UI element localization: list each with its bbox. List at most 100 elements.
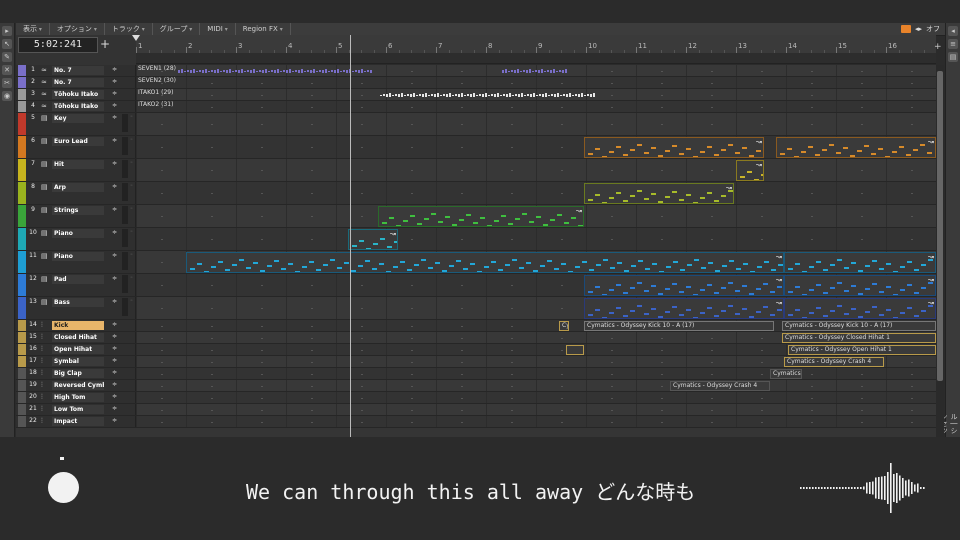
- menu-group[interactable]: グループ: [153, 23, 201, 35]
- track-menu-arrow-icon[interactable]: ≑: [112, 333, 117, 340]
- vertical-scrollbar-thumb[interactable]: [937, 71, 943, 381]
- track-header[interactable]: 1 ≈ No. 7 ≑: [16, 65, 136, 76]
- menu-view[interactable]: 表示: [16, 23, 50, 35]
- track-header[interactable]: 22 ⫶ Impact ≑: [16, 416, 136, 427]
- collapse-icon[interactable]: ◂: [948, 26, 958, 36]
- track-menu-arrow-icon[interactable]: ≑: [112, 298, 117, 305]
- track-lane[interactable]: ITAKO1 (29): [136, 89, 936, 100]
- track-mute-button[interactable]: ◦: [130, 252, 135, 259]
- track-row[interactable]: 7 ▤ Hit ≑ ◦ ↝: [16, 159, 936, 182]
- midi-clip[interactable]: Cymatics - Odyssey Crash 4: [784, 357, 884, 367]
- track-name[interactable]: Tōhoku Itako: [52, 102, 104, 111]
- timeline-ruler[interactable]: 1 2 3 4 5 6 7 8 9 10 11 12 13 14 15 16: [136, 35, 936, 54]
- track-name[interactable]: Reversed Cymbal: [52, 381, 104, 390]
- time-display[interactable]: 5:02:241: [18, 37, 98, 53]
- track-menu-arrow-icon[interactable]: ≑: [112, 137, 117, 144]
- track-lane[interactable]: Cymatics - Odyssey Crash 4: [136, 380, 936, 391]
- track-menu-arrow-icon[interactable]: ≑: [112, 252, 117, 259]
- midi-clip[interactable]: ↝: [584, 183, 734, 204]
- track-header[interactable]: 16 ⫶ Open Hihat ≑: [16, 344, 136, 355]
- track-lane[interactable]: Cymatics: [136, 368, 936, 379]
- midi-clip[interactable]: ↝: [186, 252, 784, 273]
- track-name[interactable]: Low Tom: [52, 405, 104, 414]
- menu-region-fx[interactable]: Region FX: [236, 23, 291, 35]
- midi-clip[interactable]: ↝: [776, 137, 936, 158]
- track-name[interactable]: Pad: [52, 275, 104, 284]
- track-row[interactable]: 18 ⫶ Big Clap ≑ Cymatics: [16, 368, 936, 380]
- track-name[interactable]: Impact: [52, 417, 104, 426]
- track-row[interactable]: 8 ▤ Arp ≑ ◦ ↝: [16, 182, 936, 205]
- track-header[interactable]: 13 ▤ Bass ≑ ◦: [16, 297, 136, 319]
- track-lane[interactable]: ↝: [136, 159, 936, 181]
- track-header[interactable]: 17 ⫶ Symbal ≑: [16, 356, 136, 367]
- track-mute-button[interactable]: ◦: [130, 206, 135, 213]
- clip-loop-icon[interactable]: ↝: [928, 138, 934, 146]
- track-row[interactable]: 22 ⫶ Impact ≑: [16, 416, 936, 428]
- track-menu-arrow-icon[interactable]: ≑: [112, 183, 117, 190]
- track-name[interactable]: Hit: [52, 160, 104, 169]
- midi-clip[interactable]: Cymatics - Odyssey Closed Hihat 1: [782, 333, 936, 343]
- clip-loop-icon[interactable]: ↝: [756, 161, 762, 169]
- track-name[interactable]: Key: [52, 114, 104, 123]
- track-name[interactable]: Open Hihat: [52, 345, 104, 354]
- inspector-icon[interactable]: ≡: [948, 39, 958, 49]
- track-row[interactable]: 1 ≈ No. 7 ≑ SEVEN1 (28): [16, 65, 936, 77]
- track-header[interactable]: 5 ▤ Key ≑ ◦: [16, 113, 136, 135]
- track-row[interactable]: 13 ▤ Bass ≑ ◦ ↝ ↝: [16, 297, 936, 320]
- clip-loop-icon[interactable]: ↝: [576, 207, 582, 215]
- track-mute-button[interactable]: ◦: [130, 114, 135, 121]
- track-lane[interactable]: [136, 416, 936, 427]
- track-menu-arrow-icon[interactable]: ≑: [112, 321, 117, 328]
- clip-loop-icon[interactable]: ↝: [928, 253, 934, 261]
- track-menu-arrow-icon[interactable]: ≑: [112, 160, 117, 167]
- midi-clip[interactable]: Cymatics - Odyssey Crash 4: [670, 381, 770, 391]
- track-name[interactable]: High Tom: [52, 393, 104, 402]
- track-header[interactable]: 11 ▤ Piano ≑ ◦: [16, 251, 136, 273]
- track-row[interactable]: 17 ⫶ Symbal ≑ Cymatics - Odyssey Crash 4: [16, 356, 936, 368]
- track-row[interactable]: 2 ≈ No. 7 ≑ SEVEN2 (30): [16, 77, 936, 89]
- track-lane[interactable]: ↝ ↝: [136, 136, 936, 158]
- track-name[interactable]: Tōhoku Itako: [52, 90, 104, 99]
- track-name[interactable]: Big Clap: [52, 369, 104, 378]
- vocal-clip-label[interactable]: ITAKO1 (29): [138, 89, 173, 96]
- track-header[interactable]: 18 ⫶ Big Clap ≑: [16, 368, 136, 379]
- track-header[interactable]: 2 ≈ No. 7 ≑: [16, 77, 136, 88]
- clip-loop-icon[interactable]: ↝: [726, 184, 732, 192]
- track-menu-arrow-icon[interactable]: ≑: [112, 114, 117, 121]
- track-menu-arrow-icon[interactable]: ≑: [112, 369, 117, 376]
- snap-arrows-icon[interactable]: ◂▸: [915, 25, 922, 33]
- clip-loop-icon[interactable]: ↝: [390, 230, 396, 238]
- track-menu-arrow-icon[interactable]: ≑: [112, 417, 117, 424]
- track-menu-arrow-icon[interactable]: ≑: [112, 78, 117, 85]
- menu-midi[interactable]: MIDI: [200, 23, 236, 35]
- clip-loop-icon[interactable]: ↝: [928, 276, 934, 284]
- menu-options[interactable]: オプション: [50, 23, 105, 35]
- clip-loop-icon[interactable]: ↝: [928, 299, 934, 307]
- track-lane[interactable]: SEVEN1 (28): [136, 65, 936, 76]
- vertical-scrollbar[interactable]: [936, 65, 944, 437]
- track-menu-arrow-icon[interactable]: ≑: [112, 275, 117, 282]
- track-name[interactable]: Bass: [52, 298, 104, 307]
- playhead-line[interactable]: [350, 35, 351, 437]
- track-header[interactable]: 12 ▤ Pad ≑ ◦: [16, 274, 136, 296]
- track-lane[interactable]: [136, 392, 936, 403]
- track-row[interactable]: 15 ⫶ Closed Hihat ≑ Cymatics - Odyssey Close…: [16, 332, 936, 344]
- clip-loop-icon[interactable]: ↝: [776, 299, 782, 307]
- track-lane[interactable]: ↝ ↝: [136, 297, 936, 319]
- track-menu-arrow-icon[interactable]: ≑: [112, 381, 117, 388]
- track-lane[interactable]: ↝: [136, 182, 936, 204]
- track-name[interactable]: Kick: [52, 321, 104, 330]
- vocal-clip-label[interactable]: SEVEN1 (28): [138, 65, 176, 72]
- track-lane[interactable]: ↝: [136, 228, 936, 250]
- track-row[interactable]: 20 ⫶ High Tom ≑: [16, 392, 936, 404]
- midi-clip[interactable]: Cy: [559, 321, 569, 331]
- expand-icon[interactable]: ▸: [2, 26, 12, 36]
- track-row[interactable]: 9 ▤ Strings ≑ ◦ ↝: [16, 205, 936, 228]
- add-track-button[interactable]: +: [98, 37, 112, 51]
- midi-clip[interactable]: Cymatics: [770, 369, 802, 379]
- edit-tool-icon[interactable]: ✎: [2, 52, 12, 62]
- loop-marker-bar[interactable]: [136, 53, 936, 64]
- track-lane[interactable]: [136, 404, 936, 415]
- track-menu-arrow-icon[interactable]: ≑: [112, 229, 117, 236]
- track-menu-arrow-icon[interactable]: ≑: [112, 90, 117, 97]
